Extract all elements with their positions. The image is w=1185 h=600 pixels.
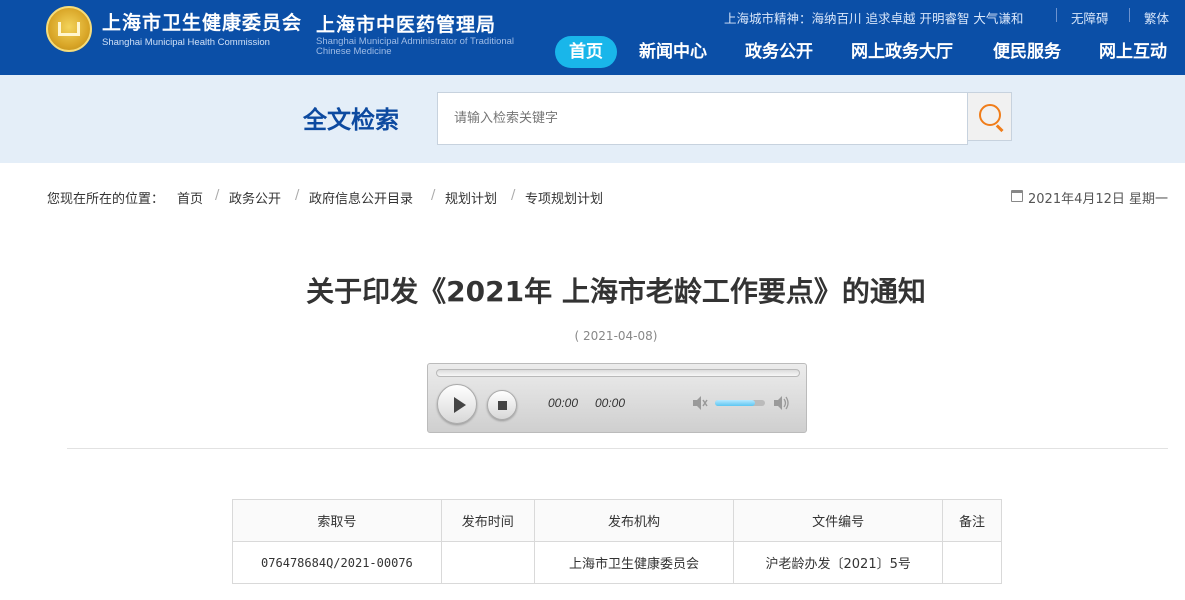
accessibility-link[interactable]: 无障碍 (1071, 8, 1109, 27)
breadcrumb-separator: / (511, 188, 516, 203)
audio-player: 00:00 00:00 (427, 363, 807, 433)
search-button[interactable] (967, 92, 1012, 141)
remarks-cell (942, 541, 1002, 584)
stop-button[interactable] (487, 390, 517, 420)
article-title: 关于印发《2021年 上海市老龄工作要点》的通知 (306, 275, 926, 308)
org-name-tcm-administration[interactable]: 上海市中医药管理局 (316, 10, 496, 37)
breadcrumb-item-government-affairs[interactable]: 政务公开 (229, 188, 281, 207)
nav-government-affairs[interactable]: 政务公开 (731, 36, 827, 68)
org-name-tcm-administration-en: Shanghai Municipal Administrator of Trad… (316, 36, 515, 57)
publish-time-cell (440, 541, 535, 584)
breadcrumb-item-special-plans[interactable]: 专项规划计划 (525, 188, 603, 207)
breadcrumb-separator: / (295, 188, 300, 203)
traditional-chinese-link[interactable]: 繁体 (1144, 8, 1169, 27)
table-row: 076478684Q/2021-00076 上海市卫生健康委员会 沪老龄办发〔2… (232, 541, 1002, 584)
index-number-cell: 076478684Q/2021-00076 (232, 541, 442, 584)
breadcrumb-separator: / (215, 188, 220, 203)
search-title: 全文检索 (303, 106, 399, 134)
breadcrumb-label: 您现在所在的位置： (47, 192, 165, 207)
volume-mute-icon[interactable] (691, 394, 709, 412)
audio-progress-bar[interactable] (436, 369, 800, 377)
volume-slider[interactable] (715, 400, 765, 406)
table-header-document-number: 文件编号 (733, 499, 944, 542)
document-number-cell: 沪老龄办发〔2021〕5号 (733, 541, 944, 584)
city-slogan: 上海城市精神：海纳百川 追求卓越 开明睿智 大气谦和 (724, 11, 1024, 26)
table-header-issuing-agency: 发布机构 (533, 499, 735, 542)
current-time: 00:00 (548, 396, 579, 410)
table-header-remarks: 备注 (942, 499, 1002, 542)
content-divider (67, 448, 1168, 449)
duration-time: 00:00 (595, 396, 626, 410)
breadcrumb-item-home[interactable]: 首页 (177, 188, 203, 207)
table-header-index-number: 索取号 (232, 499, 442, 542)
calendar-icon (1011, 190, 1023, 202)
article-publish-date: ( 2021-04-08) (574, 329, 658, 343)
stop-icon (498, 401, 507, 410)
volume-level (715, 400, 755, 406)
current-date: 2021年4月12日 星期一 (1028, 192, 1169, 207)
breadcrumb-separator: / (431, 188, 436, 203)
search-input[interactable] (437, 92, 968, 145)
nav-home[interactable]: 首页 (555, 36, 617, 68)
nav-public-services[interactable]: 便民服务 (979, 36, 1075, 68)
table-header-publish-time: 发布时间 (440, 499, 535, 542)
volume-max-icon[interactable] (772, 394, 790, 412)
org-name-health-commission-en: Shanghai Municipal Health Commission (102, 37, 270, 48)
nav-news-center[interactable]: 新闻中心 (625, 36, 721, 68)
site-header: 上海市卫生健康委员会 Shanghai Municipal Health Com… (0, 0, 1185, 75)
document-meta-table: 索取号 发布时间 发布机构 文件编号 备注 076478684Q/2021-00… (232, 499, 1002, 584)
breadcrumb-item-info-catalog[interactable]: 政府信息公开目录 (309, 188, 413, 207)
table-header-row: 索取号 发布时间 发布机构 文件编号 备注 (232, 499, 1002, 542)
play-button[interactable] (437, 384, 477, 424)
city-emblem-icon[interactable] (46, 6, 92, 52)
top-separator (1056, 8, 1057, 22)
play-icon (454, 397, 466, 413)
breadcrumb-item-plans[interactable]: 规划计划 (445, 188, 497, 207)
search-band: 全文检索 (0, 75, 1185, 163)
top-separator (1129, 8, 1130, 22)
issuing-agency-cell: 上海市卫生健康委员会 (533, 541, 735, 584)
nav-online-services-hall[interactable]: 网上政务大厅 (837, 36, 967, 68)
nav-online-interaction[interactable]: 网上互动 (1085, 36, 1181, 68)
org-name-health-commission[interactable]: 上海市卫生健康委员会 (102, 8, 302, 35)
